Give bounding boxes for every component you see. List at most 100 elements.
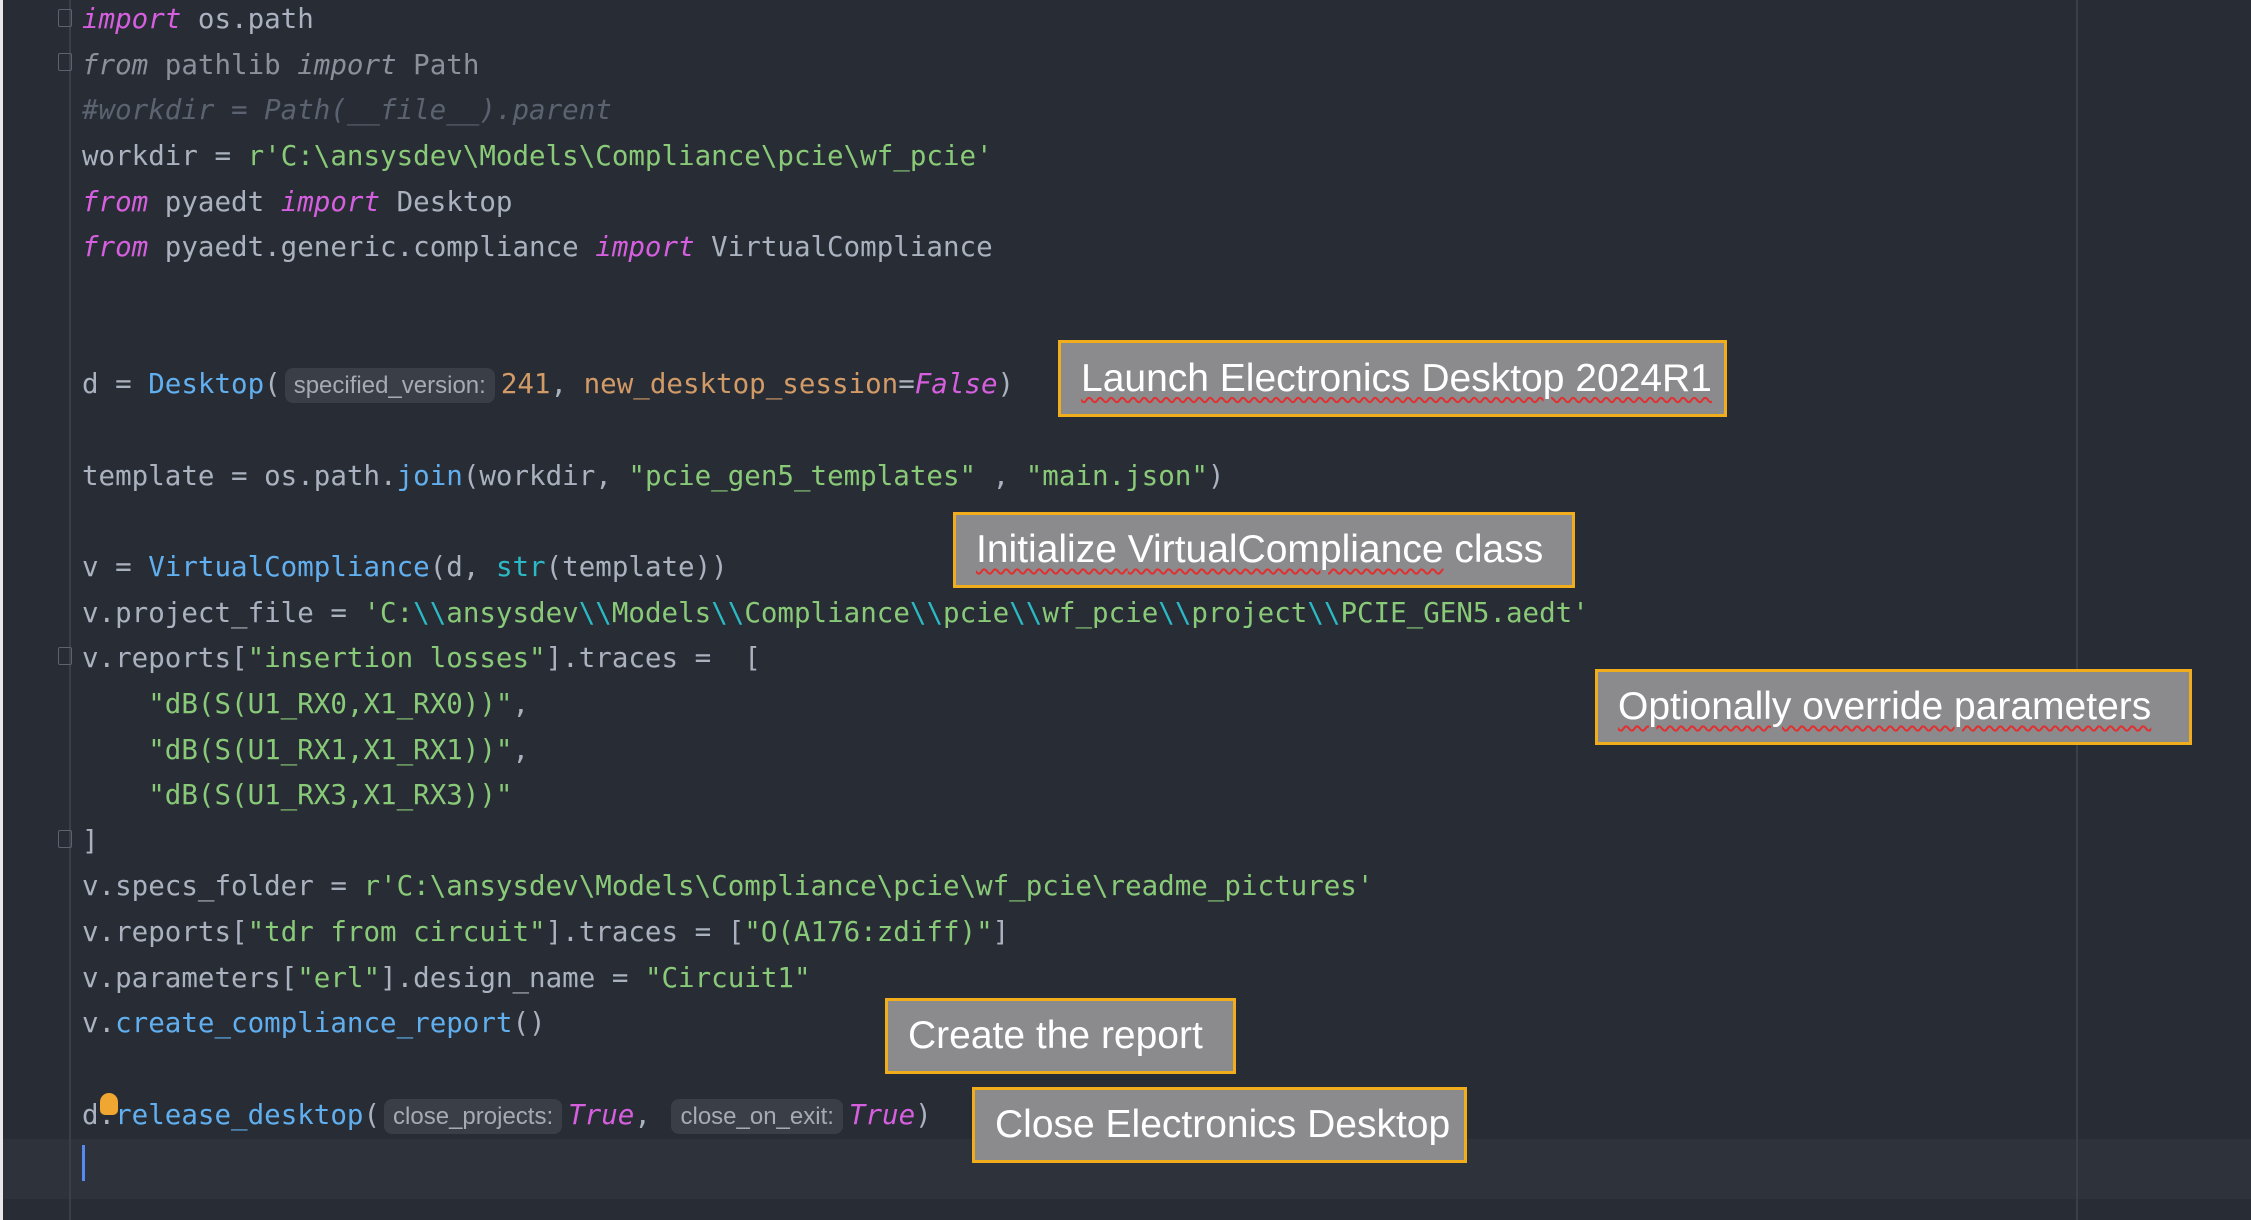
annotation-override: Optionally override parameters (1595, 669, 2192, 745)
code-token: v.parameters[ (82, 961, 298, 994)
code-token: True (568, 1098, 635, 1131)
code-token: , (976, 459, 1026, 492)
parameter-hint: specified_version: (284, 368, 495, 404)
gutter-divider (69, 0, 71, 1220)
code-line[interactable]: template = os.path.join(workdir, "pcie_g… (82, 454, 1589, 500)
code-token: Desktop (380, 185, 513, 218)
parameter-hint: close_projects: (384, 1098, 563, 1134)
code-line[interactable]: from pathlib import Path (82, 43, 1589, 89)
code-token: \\ (578, 596, 612, 629)
code-token: str (495, 550, 546, 583)
code-token: "pcie_gen5_templates" (628, 459, 977, 492)
code-token: (template)) (545, 550, 728, 583)
code-token: "dB(S(U1_RX3,X1_RX3))" (148, 779, 513, 812)
code-token: join (396, 459, 463, 492)
code-token: Models (611, 596, 712, 629)
code-token: #workdir = Path(__file__).parent (82, 94, 612, 127)
code-line[interactable]: v.parameters["erl"].design_name = "Circu… (82, 956, 1589, 1002)
code-token: from (82, 48, 149, 81)
code-token: "tdr from circuit" (247, 916, 546, 949)
annotation-create-report: Create the report (885, 998, 1236, 1074)
code-line[interactable] (82, 1047, 1589, 1093)
code-token: ) (915, 1098, 932, 1131)
code-token: release_desktop (115, 1098, 364, 1131)
fold-icon[interactable] (58, 647, 72, 665)
code-token: (workdir, (462, 459, 629, 492)
code-line[interactable]: from pyaedt import Desktop (82, 180, 1589, 226)
code-token: import (595, 231, 695, 264)
code-token: v.reports[ (82, 916, 248, 949)
code-token: Compliance (744, 596, 910, 629)
code-line[interactable]: v.reports["tdr from circuit"].traces = [… (82, 910, 1589, 956)
annotation-text: Create the report (908, 1014, 1203, 1057)
code-token: import (297, 48, 397, 81)
code-line[interactable] (82, 271, 1589, 317)
code-token: v.reports[ (82, 642, 248, 675)
code-line[interactable]: import os.path (82, 0, 1589, 43)
annotation-close-desktop: Close Electronics Desktop (972, 1087, 1467, 1163)
code-line[interactable]: v.reports["insertion losses"].traces = [ (82, 636, 1589, 682)
code-token: pcie (943, 596, 1010, 629)
code-token: \\ (1009, 596, 1043, 629)
code-token: r'C:\ansysdev\Models\Compliance\pcie\wf_… (363, 870, 1374, 903)
code-token: ) (1207, 459, 1225, 492)
code-token: pyaedt (148, 185, 281, 218)
fold-icon[interactable] (58, 830, 72, 848)
code-token: , (512, 687, 530, 720)
code-token: ( (264, 368, 281, 401)
code-token: , (634, 1098, 668, 1131)
code-token: v. (82, 1007, 116, 1040)
code-token: import (280, 185, 381, 218)
window-edge (0, 0, 3, 1220)
code-token: wf_pcie (1042, 596, 1159, 629)
fold-icon[interactable] (58, 9, 72, 27)
text-caret (82, 1145, 85, 1181)
code-editor[interactable]: import os.path from pathlib import Path #w… (58, 0, 1589, 1184)
code-token: from (82, 185, 149, 218)
code-token: True (848, 1098, 916, 1131)
code-line[interactable]: "dB(S(U1_RX3,X1_RX3))" (82, 773, 1589, 819)
code-token: ( (363, 1098, 381, 1131)
annotation-text: Initialize VirtualCompliance class (976, 528, 1543, 572)
code-token: "insertion losses" (247, 642, 546, 675)
code-token: PCIE_GEN5.aedt' (1340, 596, 1589, 629)
code-token: v.project_file = (82, 596, 364, 629)
code-line[interactable]: "dB(S(U1_RX1,X1_RX1))", (82, 728, 1589, 774)
code-token: "dB(S(U1_RX1,X1_RX1))" (148, 733, 513, 766)
code-token: create_compliance_report (115, 1007, 513, 1040)
code-token: \\ (1307, 596, 1341, 629)
code-line[interactable]: from pyaedt.generic.compliance import Vi… (82, 225, 1589, 271)
code-token: ) (997, 368, 1015, 401)
code-token: os.path (181, 3, 314, 35)
code-token: new_desktop_session (583, 368, 899, 401)
lightbulb-icon[interactable] (100, 1093, 118, 1115)
fold-icon[interactable] (58, 53, 72, 71)
annotation-initialize: Initialize VirtualCompliance class (953, 512, 1575, 588)
annotation-text: Close Electronics Desktop (995, 1103, 1451, 1146)
code-token: v.specs_folder = (82, 870, 364, 903)
code-token: v = (82, 550, 149, 583)
code-token: Desktop (148, 368, 265, 401)
code-token: ].traces = [ (545, 916, 745, 949)
code-token: "O(A176:zdiff)" (744, 916, 993, 949)
code-token: \\ (413, 596, 447, 629)
code-token: Path (396, 48, 480, 81)
code-token: = (898, 368, 915, 401)
annotation-launch: Launch Electronics Desktop 2024R1 (1058, 340, 1727, 417)
code-token: 'C: (363, 596, 414, 629)
code-line[interactable]: v.create_compliance_report() (82, 1001, 1589, 1047)
code-token: d = (82, 368, 149, 401)
code-line[interactable]: v.project_file = 'C:\\ansysdev\\Models\\… (82, 591, 1589, 637)
code-line[interactable]: workdir = r'C:\ansysdev\Models\Complianc… (82, 134, 1589, 180)
code-token: project (1191, 596, 1308, 629)
code-line[interactable]: "dB(S(U1_RX0,X1_RX0))", (82, 682, 1589, 728)
code-token: ] (992, 916, 1010, 949)
code-token: \\ (909, 596, 944, 629)
code-token: (d, (429, 550, 496, 583)
code-line[interactable]: ] (82, 819, 1589, 865)
code-token: from (82, 231, 149, 264)
code-line[interactable]: v.specs_folder = r'C:\ansysdev\Models\Co… (82, 864, 1589, 910)
code-line[interactable]: #workdir = Path(__file__).parent (82, 88, 1589, 134)
